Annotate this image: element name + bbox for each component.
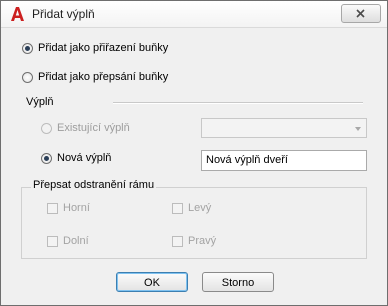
dialog-window: Přidat výplň Přidat jako přiřazení buňky… xyxy=(0,0,388,306)
checkbox-indicator[interactable] xyxy=(172,202,183,214)
radio-add-as-cell-assignment[interactable]: Přidat jako přiřazení buňky xyxy=(22,42,168,54)
radio-label: Existující výplň xyxy=(57,122,130,134)
fill-section-label: Výplň xyxy=(26,96,54,108)
autocad-a-icon xyxy=(11,7,24,21)
radio-indicator[interactable] xyxy=(41,152,52,164)
existing-fill-dropdown[interactable] xyxy=(201,118,367,138)
radio-existing-fill[interactable]: Existující výplň xyxy=(41,122,130,134)
ok-button[interactable]: OK xyxy=(116,272,188,292)
radio-add-as-cell-override[interactable]: Přidat jako přepsání buňky xyxy=(22,71,168,83)
new-fill-name-input[interactable]: Nová výplň dveří xyxy=(201,150,367,171)
frame-override-label: Přepsat odstranění rámu xyxy=(31,179,157,191)
checkbox-bottom[interactable]: Dolní xyxy=(47,235,89,247)
checkbox-right[interactable]: Pravý xyxy=(172,235,216,247)
radio-indicator[interactable] xyxy=(22,42,33,54)
close-button[interactable] xyxy=(341,4,381,23)
checkbox-label: Levý xyxy=(188,202,212,214)
cancel-button[interactable]: Storno xyxy=(202,272,274,292)
checkbox-label: Horní xyxy=(63,202,90,214)
frame-override-group xyxy=(21,187,367,259)
radio-label: Nová výplň xyxy=(57,152,112,164)
window-title: Přidat výplň xyxy=(32,7,95,21)
checkbox-indicator[interactable] xyxy=(47,235,58,247)
chevron-down-icon xyxy=(355,127,361,131)
close-icon xyxy=(356,9,365,18)
radio-indicator[interactable] xyxy=(22,71,33,83)
radio-label: Přidat jako přiřazení buňky xyxy=(38,42,169,54)
radio-new-fill[interactable]: Nová výplň xyxy=(41,152,111,164)
checkbox-top[interactable]: Horní xyxy=(47,202,90,214)
radio-label: Přidat jako přepsání buňky xyxy=(38,71,169,83)
checkbox-label: Pravý xyxy=(188,235,217,247)
checkbox-indicator[interactable] xyxy=(47,202,58,214)
title-bar[interactable]: Přidat výplň xyxy=(1,1,387,28)
section-divider xyxy=(113,102,363,104)
checkbox-label: Dolní xyxy=(63,235,89,247)
radio-indicator[interactable] xyxy=(41,122,52,134)
checkbox-left[interactable]: Levý xyxy=(172,202,211,214)
checkbox-indicator[interactable] xyxy=(172,235,183,247)
